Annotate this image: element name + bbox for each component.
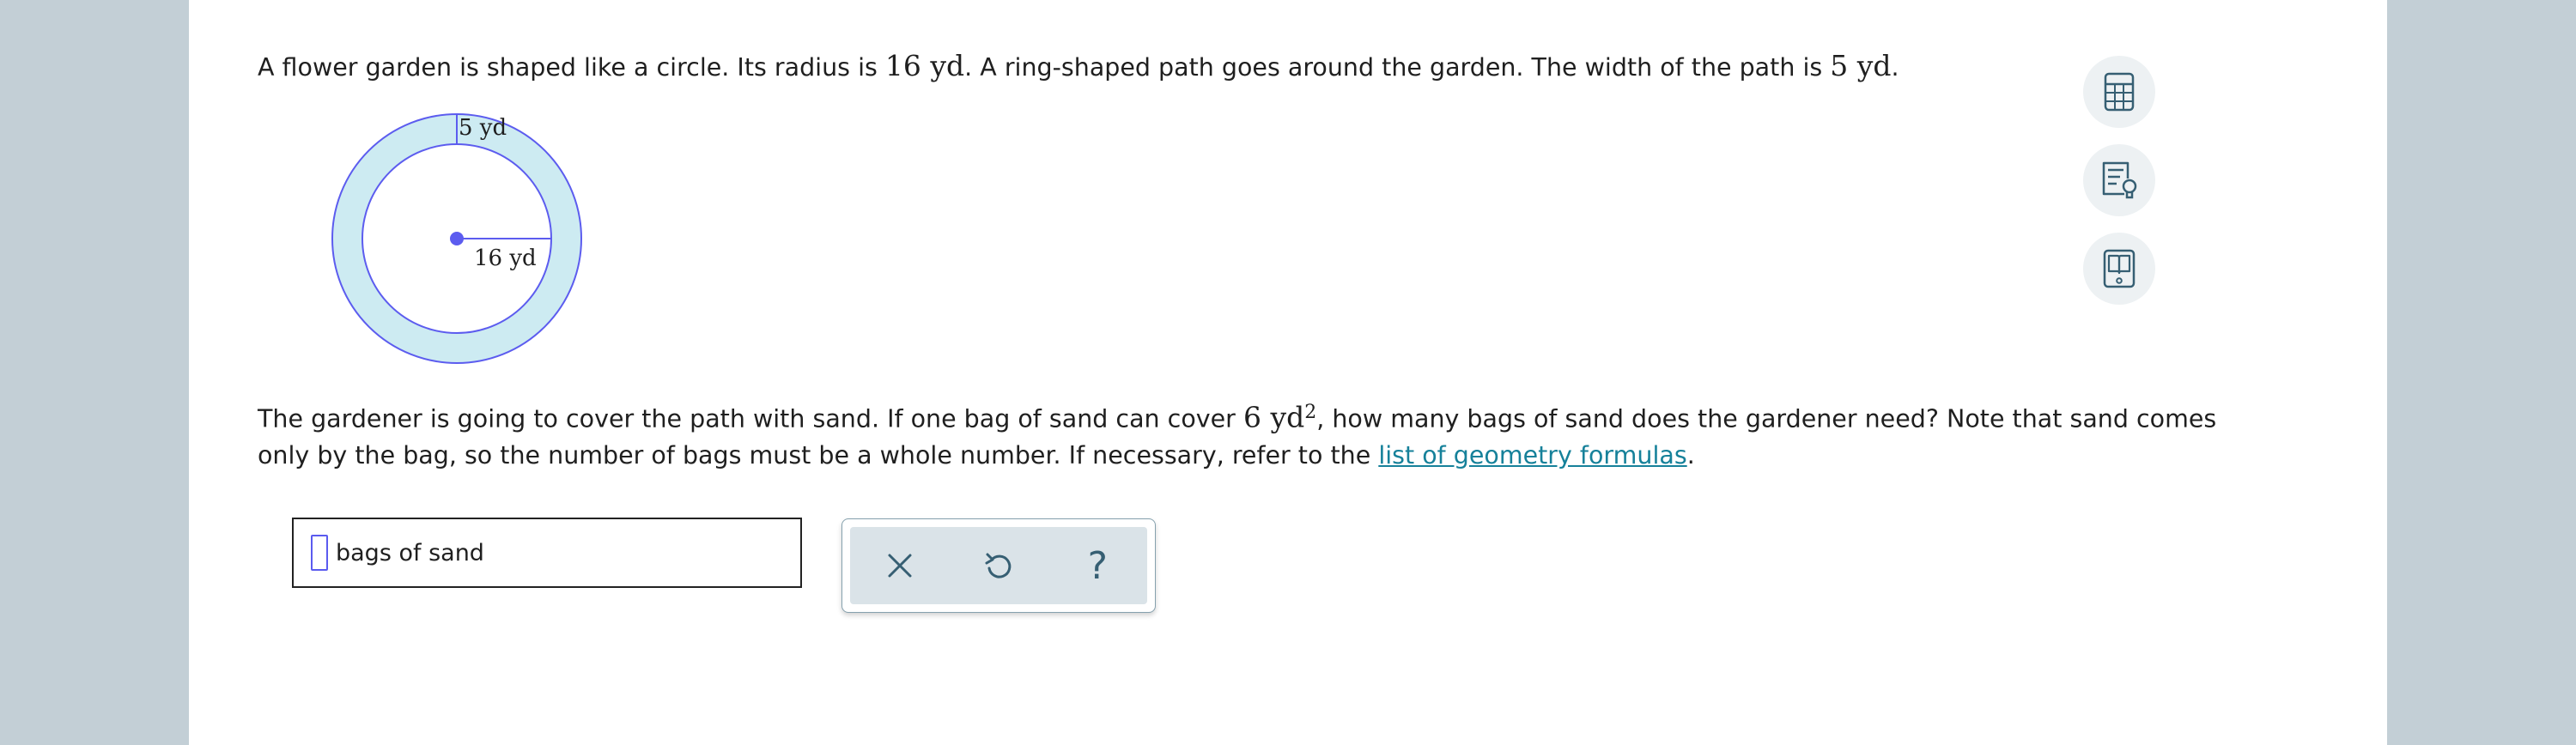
question-text: . A ring-shaped path goes around the gar… (964, 53, 1831, 82)
question-text: . (1686, 440, 1695, 469)
width-label: 5 yd (459, 115, 507, 141)
radius-value: 16 yd (884, 49, 965, 82)
explanation-button[interactable] (2083, 144, 2155, 216)
clear-button[interactable] (870, 536, 930, 596)
area-value: 6 yd (1242, 400, 1305, 434)
answer-unit: bags of sand (336, 539, 484, 566)
answer-keypad: ? (841, 518, 1156, 613)
question-prompt: The gardener is going to cover the path … (258, 395, 2250, 474)
undo-icon (985, 553, 1012, 578)
answer-input-field[interactable]: bags of sand (292, 518, 802, 588)
help-button[interactable]: ? (1067, 536, 1127, 596)
ebook-icon (2103, 249, 2136, 288)
clear-icon (888, 554, 912, 578)
explanation-icon (2102, 161, 2137, 199)
path-width-value: 5 yd (1830, 49, 1892, 82)
radius-label: 16 yd (474, 245, 537, 271)
center-point (450, 232, 464, 245)
calculator-button[interactable] (2083, 56, 2155, 128)
question-text: The gardener is going to cover the path … (258, 404, 1243, 433)
answer-input[interactable] (311, 535, 328, 571)
keypad-buttons: ? (850, 527, 1147, 604)
content-panel: A flower garden is shaped like a circle.… (189, 0, 2387, 745)
ring-diagram: 5 yd 16 yd (331, 113, 582, 364)
undo-button[interactable] (969, 536, 1029, 596)
calculator-icon (2104, 72, 2135, 112)
help-icon: ? (1087, 543, 1108, 588)
question-text: A flower garden is shaped like a circle.… (258, 53, 885, 82)
garden-figure: 5 yd 16 yd (326, 108, 601, 374)
question-intro: A flower garden is shaped like a circle.… (258, 48, 1899, 86)
geometry-formulas-link[interactable]: list of geometry formulas (1378, 441, 1686, 469)
ebook-button[interactable] (2083, 233, 2155, 305)
question-text: . (1891, 53, 1899, 82)
area-exponent: 2 (1304, 402, 1317, 423)
